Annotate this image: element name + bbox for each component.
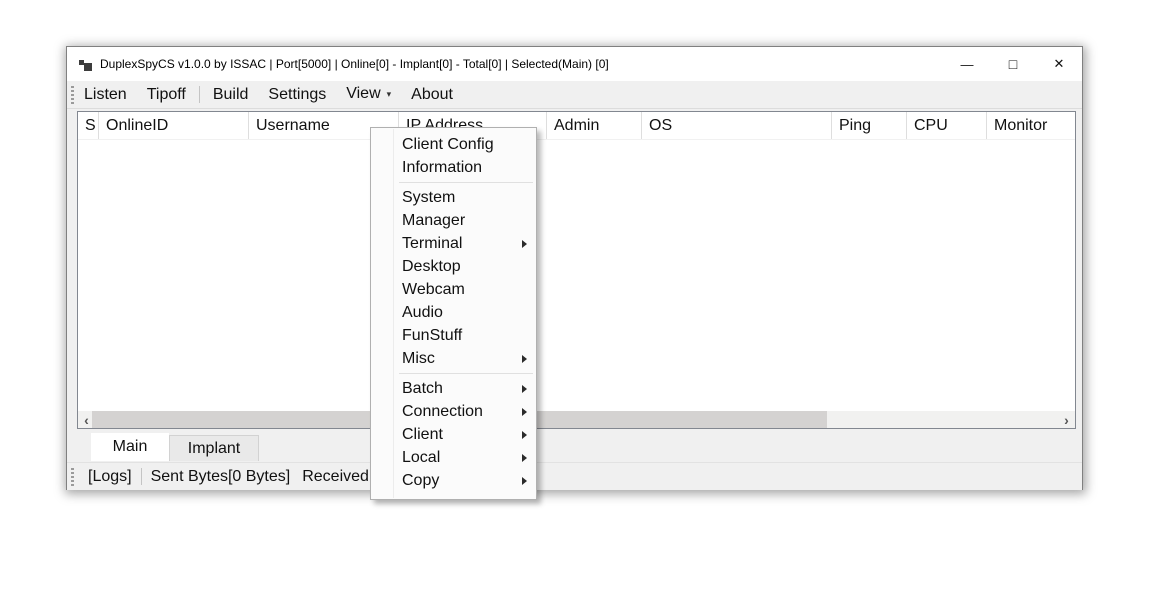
menu-item-terminal[interactable]: Terminal	[371, 232, 536, 255]
menu-item-client-label: Client	[402, 426, 443, 444]
column-header-monitor[interactable]: Monitor	[987, 112, 1075, 139]
window-controls: — □ ✕	[944, 47, 1082, 81]
client-listview: S OnlineID Username IP Address Admin OS …	[77, 111, 1076, 429]
column-header-s[interactable]: S	[78, 112, 99, 139]
tab-implant[interactable]: Implant	[169, 435, 259, 461]
maximize-button[interactable]: □	[990, 47, 1036, 81]
menu-item-batch-label: Batch	[402, 380, 443, 398]
menu-item-local[interactable]: Local	[371, 446, 536, 469]
menu-item-copy[interactable]: Copy	[371, 469, 536, 492]
context-menu: Client Config Information System Manager…	[370, 127, 537, 500]
grid-header-row: S OnlineID Username IP Address Admin OS …	[78, 112, 1075, 140]
grid-body[interactable]	[78, 140, 1075, 411]
menubar: Listen Tipoff Build Settings View ▾ About	[67, 81, 1082, 109]
column-header-os[interactable]: OS	[642, 112, 832, 139]
menubar-item-build[interactable]: Build	[203, 81, 259, 108]
menu-item-connection[interactable]: Connection	[371, 400, 536, 423]
menubar-item-listen[interactable]: Listen	[74, 81, 137, 108]
titlebar[interactable]: DuplexSpyCS v1.0.0 by ISSAC | Port[5000]…	[67, 47, 1082, 81]
menu-item-batch[interactable]: Batch	[371, 377, 536, 400]
scroll-right-arrow-icon[interactable]: ›	[1058, 411, 1075, 428]
menubar-item-tipoff[interactable]: Tipoff	[137, 81, 196, 108]
menu-item-connection-label: Connection	[402, 403, 483, 421]
menu-item-funstuff[interactable]: FunStuff	[371, 324, 536, 347]
close-button[interactable]: ✕	[1036, 47, 1082, 81]
menu-item-client[interactable]: Client	[371, 423, 536, 446]
status-logs-label: [Logs]	[88, 468, 132, 486]
menubar-item-settings[interactable]: Settings	[258, 81, 336, 108]
submenu-arrow-icon	[522, 355, 527, 363]
minimize-button[interactable]: —	[944, 47, 990, 81]
statusbar: [Logs] Sent Bytes[0 Bytes] Received By	[67, 462, 1082, 490]
submenu-arrow-icon	[522, 454, 527, 462]
menu-item-webcam[interactable]: Webcam	[371, 278, 536, 301]
column-header-cpu[interactable]: CPU	[907, 112, 987, 139]
desktop-background: DuplexSpyCS v1.0.0 by ISSAC | Port[5000]…	[0, 0, 1151, 608]
submenu-arrow-icon	[522, 408, 527, 416]
menu-item-misc[interactable]: Misc	[371, 347, 536, 370]
minimize-icon: —	[961, 57, 974, 72]
maximize-icon: □	[1009, 56, 1017, 72]
menu-item-terminal-label: Terminal	[402, 235, 462, 253]
menu-item-copy-label: Copy	[402, 472, 439, 490]
menu-item-audio[interactable]: Audio	[371, 301, 536, 324]
menu-item-local-label: Local	[402, 449, 440, 467]
submenu-arrow-icon	[522, 240, 527, 248]
column-header-onlineid[interactable]: OnlineID	[99, 112, 249, 139]
status-sent-bytes: Sent Bytes[0 Bytes]	[151, 468, 291, 486]
statusbar-separator	[141, 468, 142, 485]
menubar-item-about[interactable]: About	[401, 81, 463, 108]
window-title: DuplexSpyCS v1.0.0 by ISSAC | Port[5000]…	[100, 57, 609, 71]
menubar-item-view-label: View	[346, 85, 380, 102]
menu-item-client-config[interactable]: Client Config	[371, 133, 536, 156]
submenu-arrow-icon	[522, 431, 527, 439]
menu-separator	[399, 182, 533, 183]
app-window: DuplexSpyCS v1.0.0 by ISSAC | Port[5000]…	[66, 46, 1083, 490]
menubar-separator	[199, 86, 200, 103]
tab-main[interactable]: Main	[91, 433, 169, 461]
close-icon: ✕	[1054, 56, 1065, 72]
column-header-admin[interactable]: Admin	[547, 112, 642, 139]
menu-item-system[interactable]: System	[371, 186, 536, 209]
menu-item-information[interactable]: Information	[371, 156, 536, 179]
column-header-ping[interactable]: Ping	[832, 112, 907, 139]
chevron-down-icon: ▾	[387, 81, 392, 108]
menu-item-desktop[interactable]: Desktop	[371, 255, 536, 278]
menubar-item-view[interactable]: View ▾	[336, 80, 401, 109]
horizontal-scrollbar[interactable]: ‹ ›	[78, 411, 1075, 428]
statusbar-grip-handle[interactable]	[71, 468, 74, 486]
submenu-arrow-icon	[522, 385, 527, 393]
submenu-arrow-icon	[522, 477, 527, 485]
app-icon	[79, 58, 92, 71]
menu-item-manager[interactable]: Manager	[371, 209, 536, 232]
bottom-tabstrip: Main Implant	[77, 433, 1074, 461]
menu-item-misc-label: Misc	[402, 350, 435, 368]
menu-separator	[399, 373, 533, 374]
